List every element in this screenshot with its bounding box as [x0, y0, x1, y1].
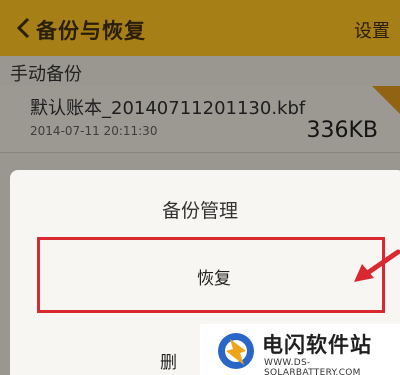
delete-button[interactable]: 删: [160, 348, 177, 373]
lightning-logo-icon: [218, 333, 254, 369]
annotation-arrow-icon: [354, 249, 400, 282]
restore-label: 恢复: [197, 269, 231, 289]
watermark-brand: 电闪软件站: [262, 333, 372, 357]
watermark-url: WWW.DS-SOLARBATTERY.COM: [264, 358, 361, 375]
watermark-badge: 电闪软件站 WWW.DS-SOLARBATTERY.COM: [200, 324, 400, 375]
dialog-title: 备份管理: [161, 200, 238, 222]
restore-button[interactable]: 恢复: [37, 237, 385, 313]
